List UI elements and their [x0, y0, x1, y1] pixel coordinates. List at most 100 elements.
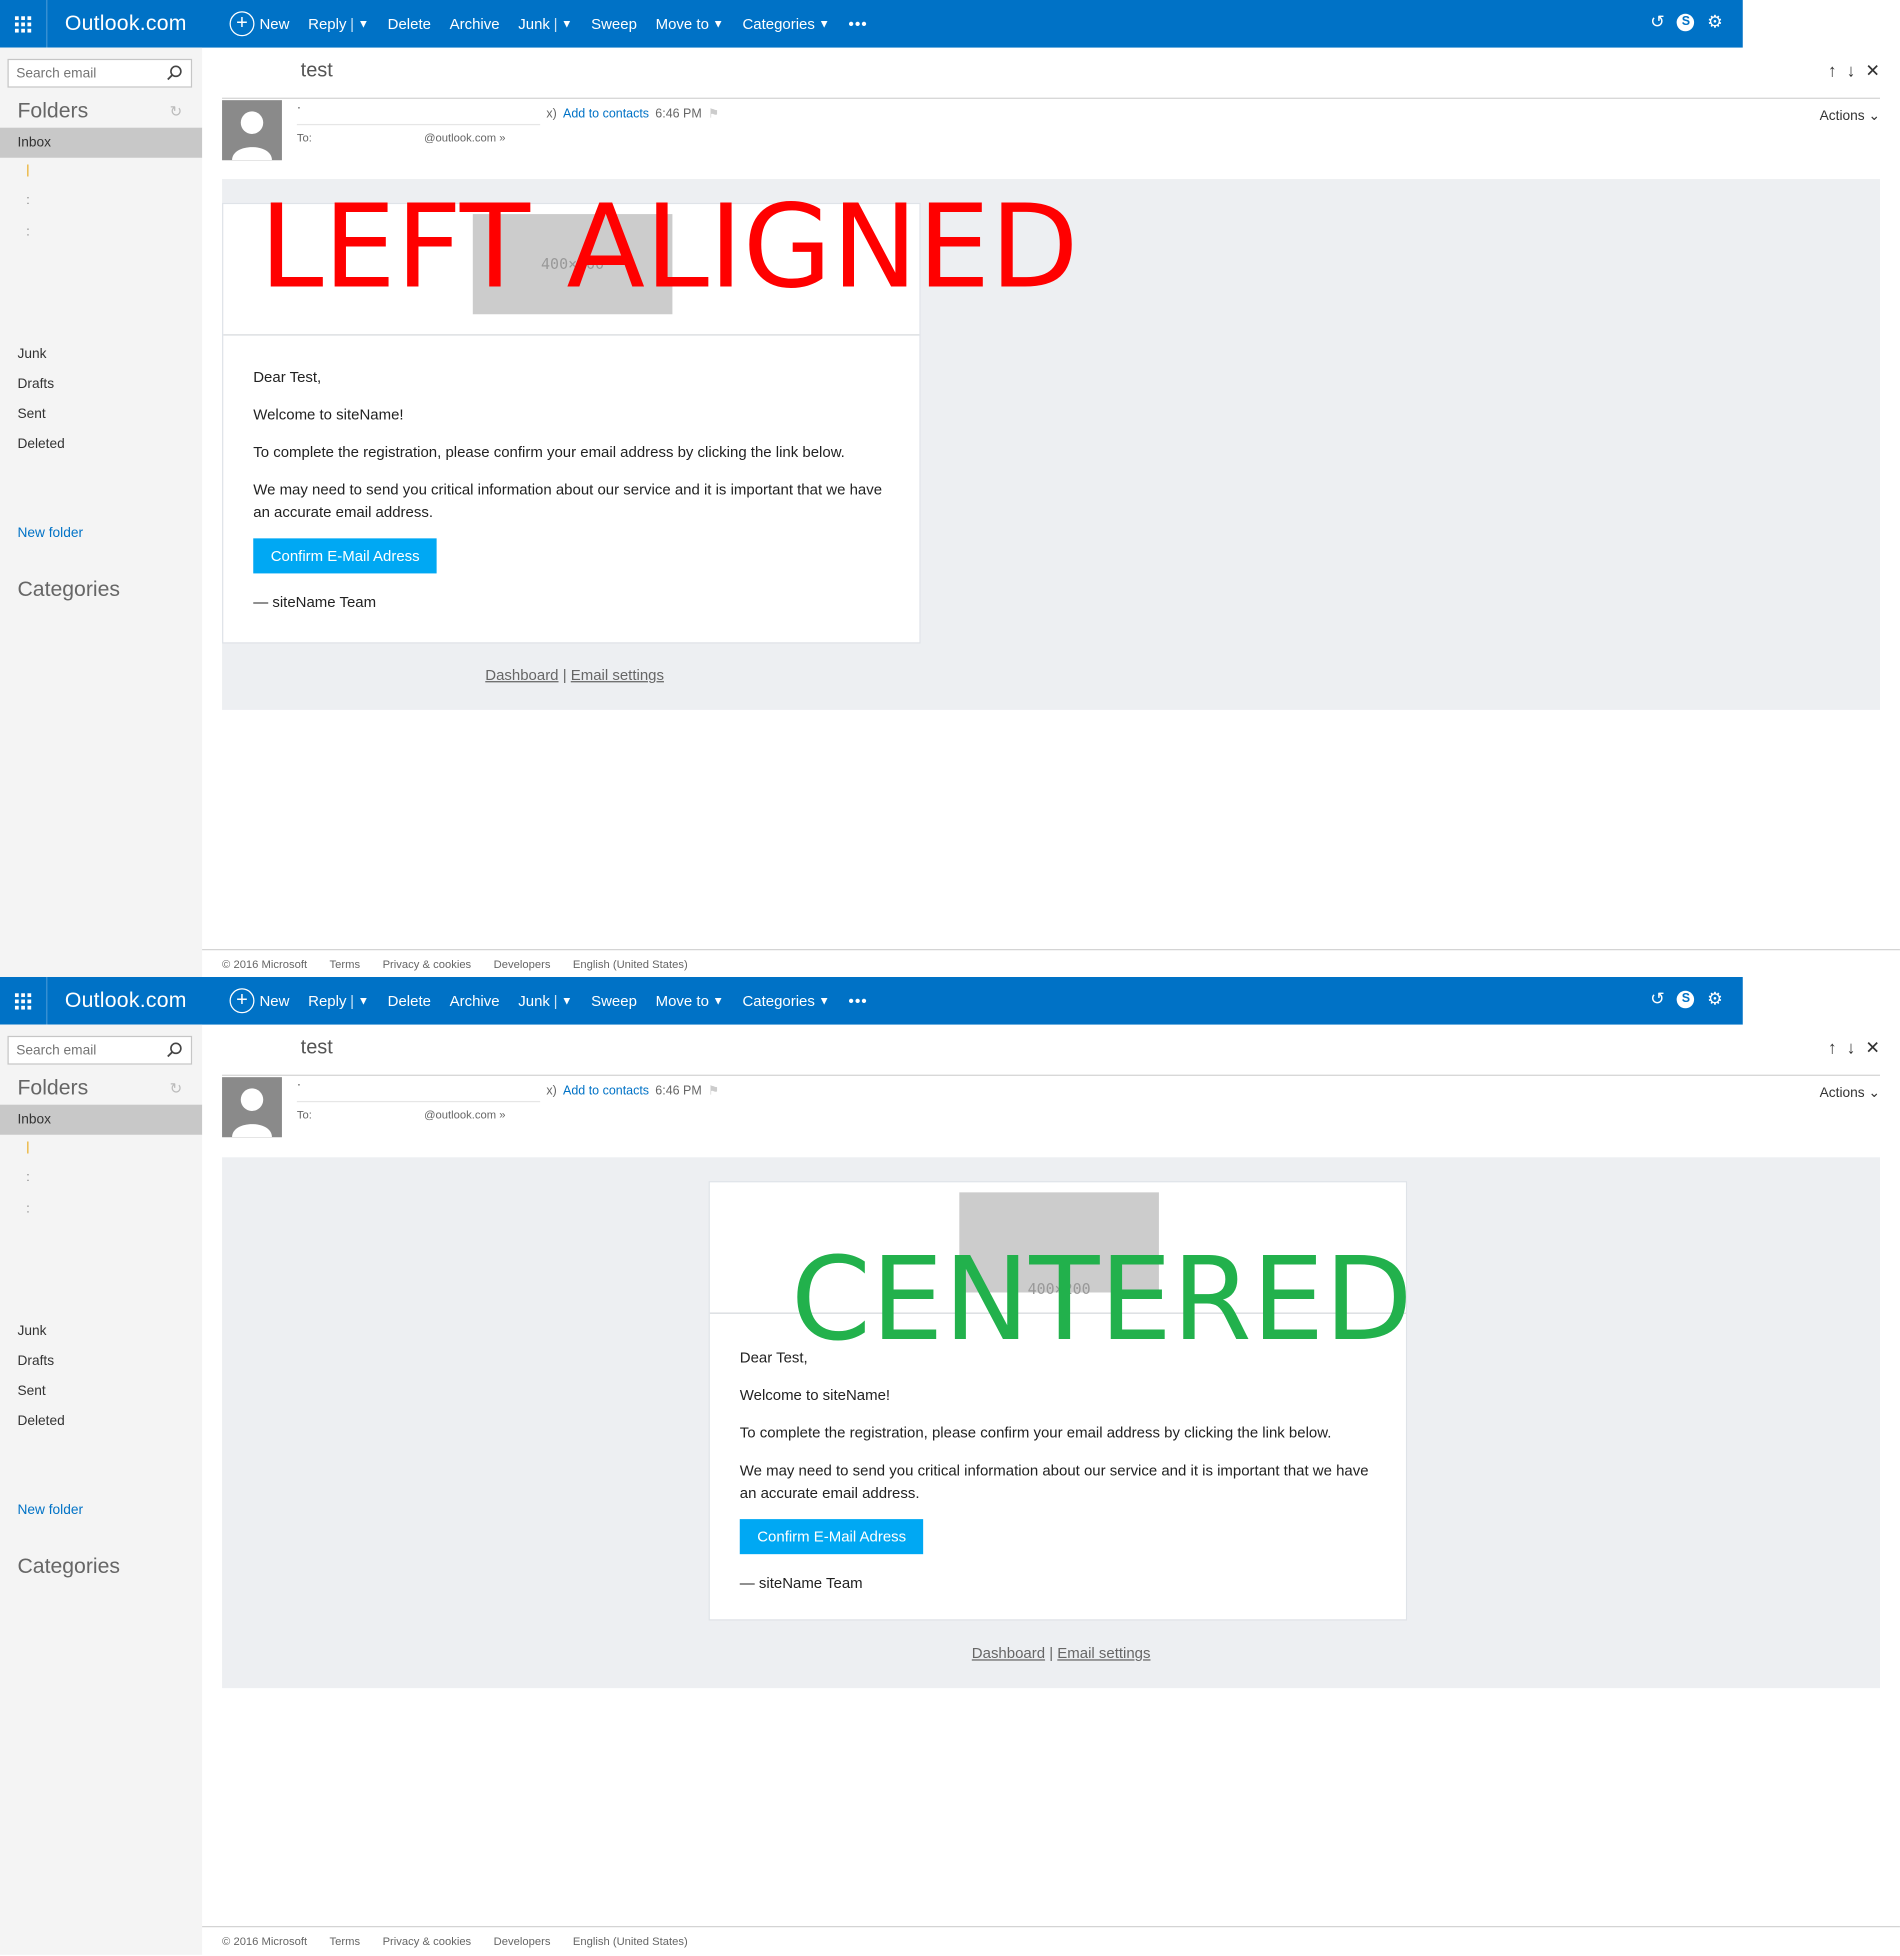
privacy-link[interactable]: Privacy & cookies	[383, 958, 472, 971]
developers-link[interactable]: Developers	[494, 958, 551, 971]
refresh-icon[interactable]: ↻	[170, 1080, 183, 1098]
categories-heading[interactable]: Categories	[17, 1554, 120, 1579]
folder-deleted[interactable]: Deleted	[0, 1406, 202, 1436]
email-settings-link[interactable]: Email settings	[1057, 1644, 1150, 1662]
sender-name[interactable]: ·	[297, 1078, 301, 1092]
add-to-contacts-link[interactable]: Add to contacts	[563, 108, 649, 122]
dashboard-link[interactable]: Dashboard	[485, 666, 558, 684]
confirm-email-button[interactable]: Confirm E-Mail Adress	[253, 538, 438, 574]
plus-icon: +	[229, 988, 255, 1014]
folder-drafts[interactable]: Drafts	[0, 1346, 202, 1376]
search-icon[interactable]	[166, 64, 183, 82]
terms-link[interactable]: Terms	[330, 958, 361, 971]
subfolder-marker[interactable]: :	[26, 1171, 29, 1185]
folders-heading[interactable]: Folders	[17, 1076, 88, 1101]
developers-link[interactable]: Developers	[494, 1935, 551, 1948]
new-folder-link[interactable]: New folder	[17, 1503, 83, 1518]
signoff: — siteName Team	[253, 593, 377, 611]
language-link[interactable]: English (United States)	[573, 1935, 688, 1948]
subfolder-marker[interactable]: |	[26, 164, 29, 178]
more-options-button[interactable]: •••	[848, 15, 867, 33]
gear-icon[interactable]: ⚙	[1707, 988, 1723, 1009]
to-recipient[interactable]: @outlook.com »	[424, 131, 505, 144]
gear-icon[interactable]: ⚙	[1707, 11, 1723, 32]
undo-icon[interactable]: ↺	[1650, 988, 1665, 1009]
new-folder-link[interactable]: New folder	[17, 526, 83, 541]
plus-icon: +	[229, 11, 255, 37]
app-launcher-icon[interactable]	[0, 0, 48, 48]
placeholder-image: 400×200	[472, 214, 673, 315]
folder-deleted[interactable]: Deleted	[0, 429, 202, 459]
folder-inbox[interactable]: Inbox	[0, 1104, 203, 1135]
new-button[interactable]: + New	[229, 11, 289, 37]
message-nav: ↑ ↓ ✕	[1828, 1037, 1880, 1058]
folder-drafts[interactable]: Drafts	[0, 369, 202, 399]
subfolder-marker[interactable]: :	[26, 194, 29, 208]
sweep-button[interactable]: Sweep	[591, 992, 637, 1010]
search-box[interactable]	[7, 58, 193, 88]
subfolder-marker[interactable]: :	[26, 1202, 29, 1216]
reply-button[interactable]: Reply | ▼	[308, 15, 369, 33]
email-settings-link[interactable]: Email settings	[571, 666, 664, 684]
to-recipient[interactable]: @outlook.com »	[424, 1108, 505, 1121]
folder-junk[interactable]: Junk	[0, 339, 202, 369]
sender-name[interactable]: ·	[297, 101, 301, 115]
search-icon[interactable]	[166, 1041, 183, 1059]
folder-inbox[interactable]: Inbox	[0, 127, 203, 158]
actions-menu[interactable]: Actions ⌄	[1820, 108, 1880, 124]
skype-icon[interactable]: S	[1677, 990, 1695, 1008]
sidebar: Folders ↻ Inbox | : : Junk Drafts Sent D…	[0, 1024, 203, 1955]
email-body-background: 400×200 Dear Test, Welcome to siteName! …	[222, 1157, 1880, 1689]
sweep-button[interactable]: Sweep	[591, 15, 637, 33]
delete-button[interactable]: Delete	[388, 992, 431, 1010]
folder-sent[interactable]: Sent	[0, 399, 202, 429]
language-link[interactable]: English (United States)	[573, 958, 688, 971]
categories-button[interactable]: Categories ▼	[742, 992, 829, 1010]
arrow-down-icon[interactable]: ↓	[1847, 60, 1856, 81]
folder-junk[interactable]: Junk	[0, 1316, 202, 1346]
categories-button[interactable]: Categories ▼	[742, 15, 829, 33]
junk-button[interactable]: Junk | ▼	[518, 992, 572, 1010]
search-input[interactable]	[8, 1037, 159, 1064]
welcome-text: Welcome to siteName!	[739, 1386, 891, 1404]
arrow-up-icon[interactable]: ↑	[1828, 60, 1837, 81]
refresh-icon[interactable]: ↻	[170, 103, 183, 121]
archive-button[interactable]: Archive	[450, 15, 500, 33]
folder-sent[interactable]: Sent	[0, 1376, 202, 1406]
search-box[interactable]	[7, 1035, 193, 1065]
divider	[222, 1074, 1880, 1076]
subfolder-marker[interactable]: :	[26, 225, 29, 239]
app-launcher-icon[interactable]	[0, 977, 48, 1025]
subfolder-marker[interactable]: |	[26, 1141, 29, 1155]
more-options-button[interactable]: •••	[848, 992, 867, 1010]
add-to-contacts-link[interactable]: Add to contacts	[563, 1085, 649, 1099]
terms-link[interactable]: Terms	[330, 1935, 361, 1948]
categories-heading[interactable]: Categories	[17, 577, 120, 602]
delete-button[interactable]: Delete	[388, 15, 431, 33]
move-to-button[interactable]: Move to ▼	[656, 15, 724, 33]
brand-title[interactable]: Outlook.com	[65, 988, 187, 1013]
privacy-link[interactable]: Privacy & cookies	[383, 1935, 472, 1948]
move-to-button[interactable]: Move to ▼	[656, 992, 724, 1010]
actions-menu[interactable]: Actions ⌄	[1820, 1085, 1880, 1101]
flag-icon[interactable]: ⚑	[708, 1085, 719, 1099]
person-icon	[232, 111, 272, 161]
dashboard-link[interactable]: Dashboard	[972, 1644, 1045, 1662]
archive-button[interactable]: Archive	[450, 992, 500, 1010]
junk-button[interactable]: Junk | ▼	[518, 15, 572, 33]
avatar	[222, 1077, 282, 1138]
confirm-email-button[interactable]: Confirm E-Mail Adress	[739, 1519, 924, 1555]
flag-icon[interactable]: ⚑	[708, 108, 719, 122]
undo-icon[interactable]: ↺	[1650, 11, 1665, 32]
arrow-up-icon[interactable]: ↑	[1828, 1037, 1837, 1058]
close-icon[interactable]: ✕	[1865, 60, 1880, 81]
close-icon[interactable]: ✕	[1865, 1037, 1880, 1058]
new-button[interactable]: + New	[229, 988, 289, 1014]
folders-heading[interactable]: Folders	[17, 99, 88, 124]
search-input[interactable]	[8, 60, 159, 87]
arrow-down-icon[interactable]: ↓	[1847, 1037, 1856, 1058]
reply-button[interactable]: Reply | ▼	[308, 992, 369, 1010]
skype-icon[interactable]: S	[1677, 13, 1695, 31]
divider	[202, 949, 1900, 951]
brand-title[interactable]: Outlook.com	[65, 11, 187, 36]
